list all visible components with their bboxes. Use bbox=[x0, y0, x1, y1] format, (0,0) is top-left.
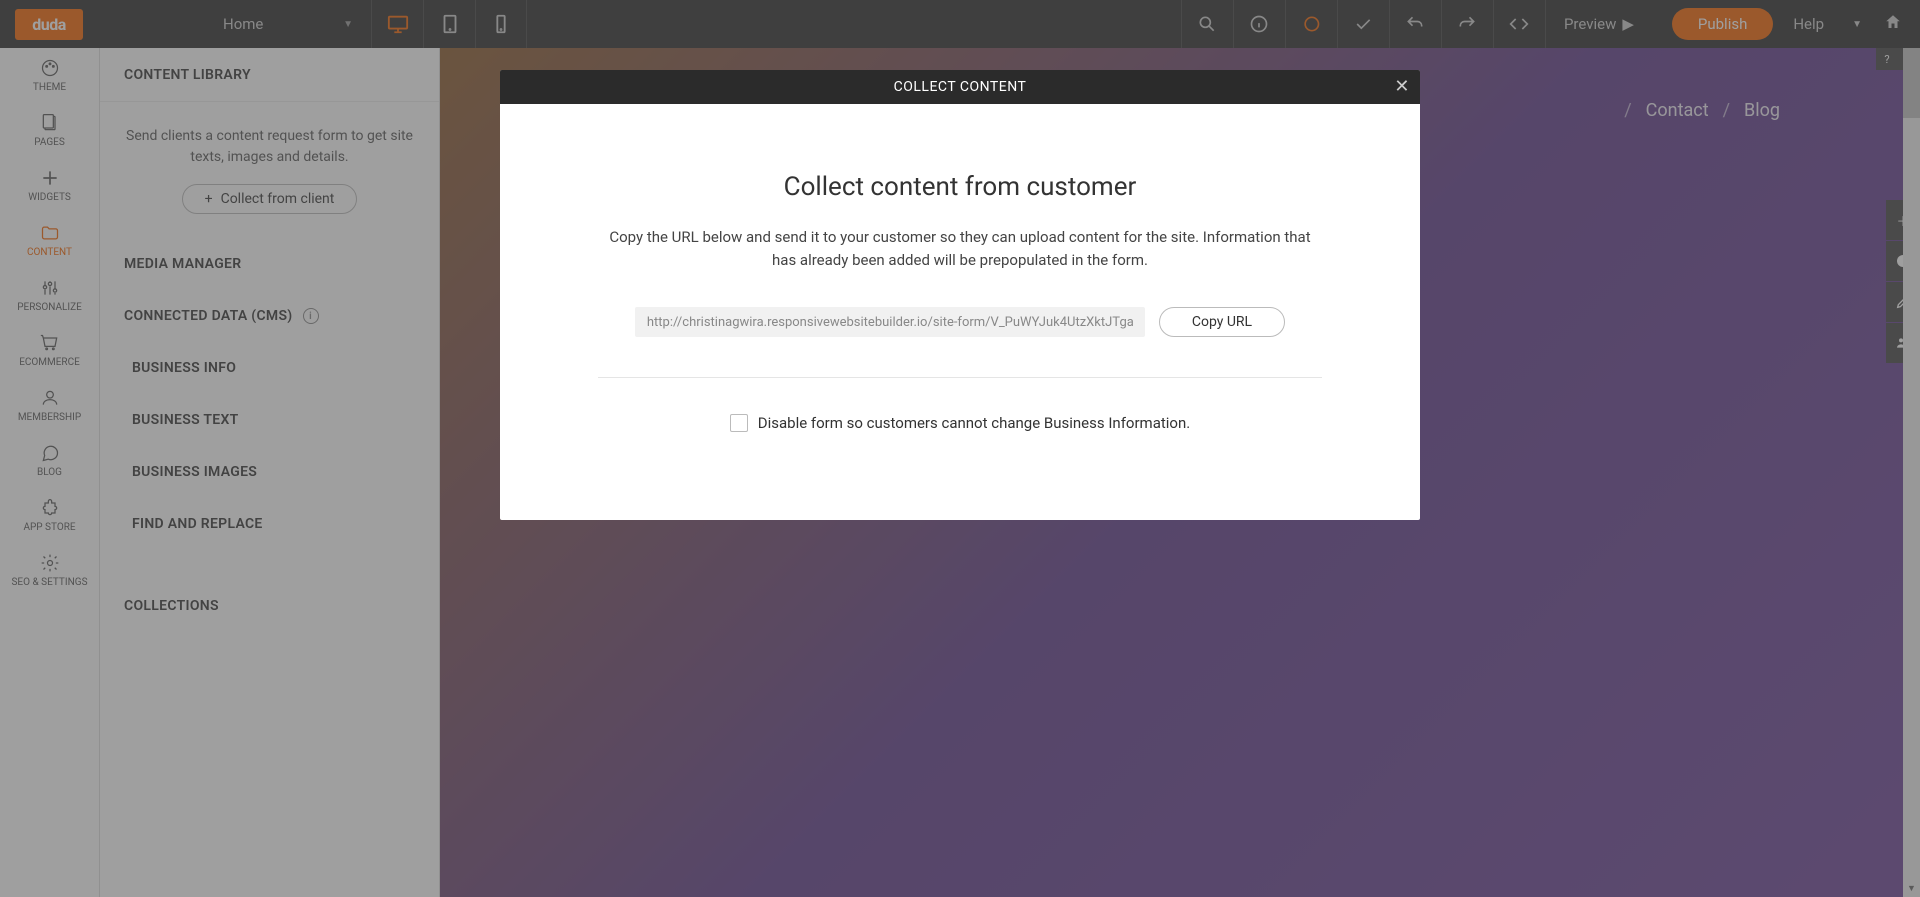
disable-form-checkbox[interactable] bbox=[730, 414, 748, 432]
modal-description: Copy the URL below and send it to your c… bbox=[598, 226, 1322, 271]
modal-header: COLLECT CONTENT ✕ bbox=[500, 70, 1420, 104]
checkbox-label: Disable form so customers cannot change … bbox=[758, 414, 1190, 432]
collect-content-modal: COLLECT CONTENT ✕ Collect content from c… bbox=[500, 70, 1420, 520]
divider bbox=[598, 377, 1322, 378]
modal-heading: Collect content from customer bbox=[598, 172, 1322, 202]
url-row: Copy URL bbox=[598, 307, 1322, 337]
modal-overlay: COLLECT CONTENT ✕ Collect content from c… bbox=[0, 0, 1920, 897]
checkbox-row: Disable form so customers cannot change … bbox=[598, 414, 1322, 432]
copy-url-button[interactable]: Copy URL bbox=[1159, 307, 1285, 337]
modal-card: Collect content from customer Copy the U… bbox=[528, 132, 1392, 492]
modal-close-button[interactable]: ✕ bbox=[1394, 76, 1410, 97]
modal-title-bar: COLLECT CONTENT bbox=[894, 79, 1027, 95]
url-input[interactable] bbox=[635, 307, 1145, 337]
modal-body: Collect content from customer Copy the U… bbox=[500, 104, 1420, 520]
